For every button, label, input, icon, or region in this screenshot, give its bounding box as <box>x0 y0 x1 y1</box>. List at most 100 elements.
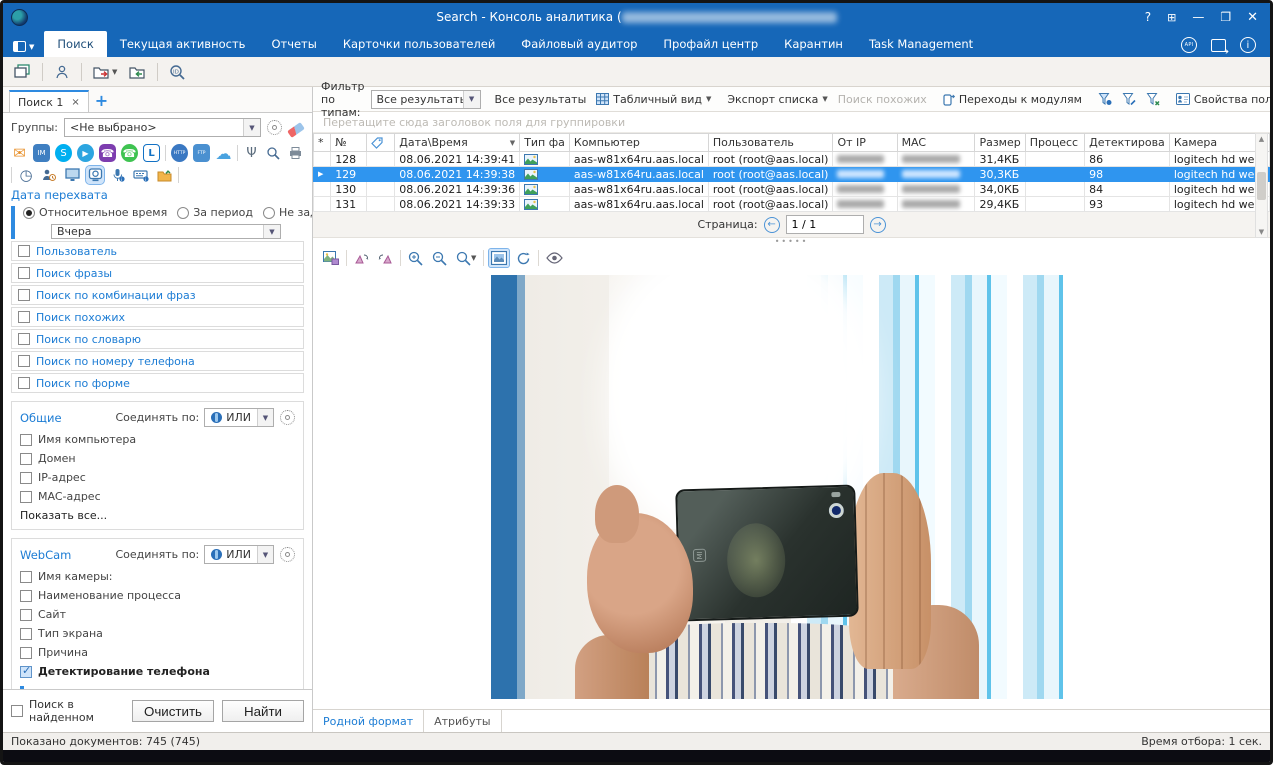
api-badge-icon[interactable]: API <box>1181 37 1197 53</box>
folder-export-button[interactable]: ▼ <box>90 63 120 81</box>
cell-tag[interactable] <box>367 167 395 182</box>
checkbox-icon[interactable] <box>11 705 23 717</box>
period-select[interactable]: Вчера ▼ <box>51 224 281 239</box>
files-folder-icon[interactable] <box>155 166 173 184</box>
cell-datetime[interactable]: 08.06.2021 14:39:38 <box>395 167 520 182</box>
rotate-right-button[interactable] <box>376 250 395 267</box>
cell-mac[interactable] <box>897 182 975 197</box>
cell-ip[interactable] <box>833 167 897 182</box>
cell-num[interactable]: 128 <box>331 152 367 167</box>
clear-button[interactable]: Очистить <box>132 700 214 722</box>
menu-tab-1[interactable]: Поиск <box>44 31 106 57</box>
clear-groups-icon[interactable] <box>287 122 305 138</box>
table-row[interactable]: ▶12908.06.2021 14:39:38aas-w81x64ru.aas.… <box>314 167 1270 182</box>
menu-tab-5[interactable]: Файловый аудитор <box>508 31 650 57</box>
cell-process[interactable] <box>1025 152 1084 167</box>
cell-detected[interactable]: 98 <box>1085 167 1170 182</box>
cell-detected[interactable]: 86 <box>1085 152 1170 167</box>
cell-user[interactable]: root (root@aas.local) <box>708 152 833 167</box>
filter-clear-icon[interactable] <box>1144 90 1162 108</box>
search-tab-1[interactable]: Поиск 1 × <box>9 90 89 112</box>
column-header-num[interactable]: № <box>331 134 367 152</box>
checkbox-icon[interactable] <box>20 472 32 484</box>
column-header-size[interactable]: Размер <box>975 134 1025 152</box>
checkbox-icon[interactable] <box>18 377 30 389</box>
image-viewer[interactable]: MI <box>313 271 1270 709</box>
keyboard-icon[interactable]: i <box>132 166 150 184</box>
table-view-button[interactable]: Табличный вид▼ <box>594 91 713 108</box>
microphone-icon[interactable]: i <box>109 166 127 184</box>
cell-type[interactable] <box>520 152 570 167</box>
cell-user[interactable]: root (root@aas.local) <box>708 182 833 197</box>
rotate-left-button[interactable] <box>352 250 371 267</box>
column-header-mac[interactable]: MAC <box>897 134 975 152</box>
webcam-checkbox-1[interactable]: Имя камеры: <box>20 570 295 583</box>
filter-box-7[interactable]: Поиск по форме <box>11 373 304 393</box>
column-header-user[interactable]: Пользователь <box>708 134 833 152</box>
filter-type-select[interactable]: Все результаты ▼ <box>371 90 481 109</box>
scroll-down-icon[interactable]: ▼ <box>1259 228 1264 236</box>
module-transitions-button[interactable]: Переходы к модулям <box>941 91 1084 108</box>
webcam-checkbox-3[interactable]: Сайт <box>20 608 295 621</box>
cell-process[interactable] <box>1025 167 1084 182</box>
webcam-checkbox-6[interactable]: Детектирование телефона <box>20 665 295 678</box>
splitter-handle[interactable]: ••••• <box>313 238 1270 245</box>
cell-type[interactable] <box>520 167 570 182</box>
cell-detected[interactable]: 84 <box>1085 182 1170 197</box>
date-radio-1[interactable]: Относительное время <box>23 206 167 219</box>
date-radio-3[interactable]: Не задано <box>263 206 312 219</box>
menu-tab-4[interactable]: Карточки пользователей <box>330 31 508 57</box>
column-header-ip[interactable]: От IP <box>833 134 897 152</box>
viewer-tab-2[interactable]: Атрибуты <box>424 710 501 732</box>
lync-icon[interactable]: L <box>143 144 160 162</box>
cell-num[interactable]: 131 <box>331 197 367 212</box>
new-window-button[interactable] <box>11 62 34 81</box>
table-row[interactable]: 13108.06.2021 14:39:33aas-w81x64ru.aas.l… <box>314 197 1270 212</box>
folder-export-caret[interactable]: ▼ <box>112 68 117 76</box>
column-header-tag[interactable] <box>367 134 395 152</box>
http-icon[interactable]: HTTP <box>171 144 188 162</box>
checkbox-icon[interactable] <box>20 434 32 446</box>
device-search-icon[interactable] <box>265 144 282 162</box>
cell-computer[interactable]: aas-w81x64ru.aas.local <box>569 167 708 182</box>
package-icon[interactable] <box>1211 39 1226 52</box>
common-settings-icon[interactable] <box>280 410 295 425</box>
cell-num[interactable]: 130 <box>331 182 367 197</box>
groups-select[interactable]: <Не выбрано> ▼ <box>64 118 261 137</box>
user-activity-icon[interactable] <box>40 166 58 184</box>
close-tab-icon[interactable]: × <box>71 97 79 108</box>
cell-tag[interactable] <box>367 152 395 167</box>
cell-user[interactable]: root (root@aas.local) <box>708 197 833 212</box>
radio-icon[interactable] <box>23 207 35 219</box>
printer-icon[interactable] <box>287 144 304 162</box>
im-icon[interactable]: IM <box>33 144 50 162</box>
checkbox-icon[interactable] <box>18 355 30 367</box>
find-button[interactable]: Найти <box>222 700 304 722</box>
checkbox-icon[interactable] <box>20 590 32 602</box>
column-header-computer[interactable]: Компьютер <box>569 134 708 152</box>
help-button[interactable]: ? <box>1145 10 1151 24</box>
search-in-found-checkbox[interactable]: Поиск в найденном <box>11 698 124 724</box>
next-page-button[interactable]: → <box>870 217 886 233</box>
cell-process[interactable] <box>1025 182 1084 197</box>
minimize-button[interactable]: — <box>1192 10 1204 24</box>
filter-add-icon[interactable] <box>1096 90 1114 108</box>
cell-mac[interactable] <box>897 167 975 182</box>
cell-type[interactable] <box>520 197 570 212</box>
chevron-down-icon[interactable]: ▼ <box>463 91 480 108</box>
cell-size[interactable]: 30,3КБ <box>975 167 1025 182</box>
scroll-up-icon[interactable]: ▲ <box>1259 135 1264 143</box>
menu-tab-6[interactable]: Профайл центр <box>650 31 771 57</box>
history-clock-icon[interactable]: ◷ <box>17 166 35 184</box>
radio-icon[interactable] <box>263 207 275 219</box>
zoom-level-button[interactable]: ▼ <box>454 249 478 268</box>
viewer-tab-1[interactable]: Родной формат <box>313 710 424 732</box>
filter-box-4[interactable]: Поиск похожих <box>11 307 304 327</box>
export-list-button[interactable]: Экспорт списка▼ <box>725 91 829 108</box>
cell-type[interactable] <box>520 182 570 197</box>
all-results-button[interactable]: Все результаты <box>493 91 589 108</box>
telegram-icon[interactable]: ▶ <box>77 144 94 162</box>
webcam-settings-icon[interactable] <box>280 547 295 562</box>
sort-desc-icon[interactable]: ▼ <box>510 139 515 147</box>
scroll-thumb[interactable] <box>1257 172 1266 200</box>
